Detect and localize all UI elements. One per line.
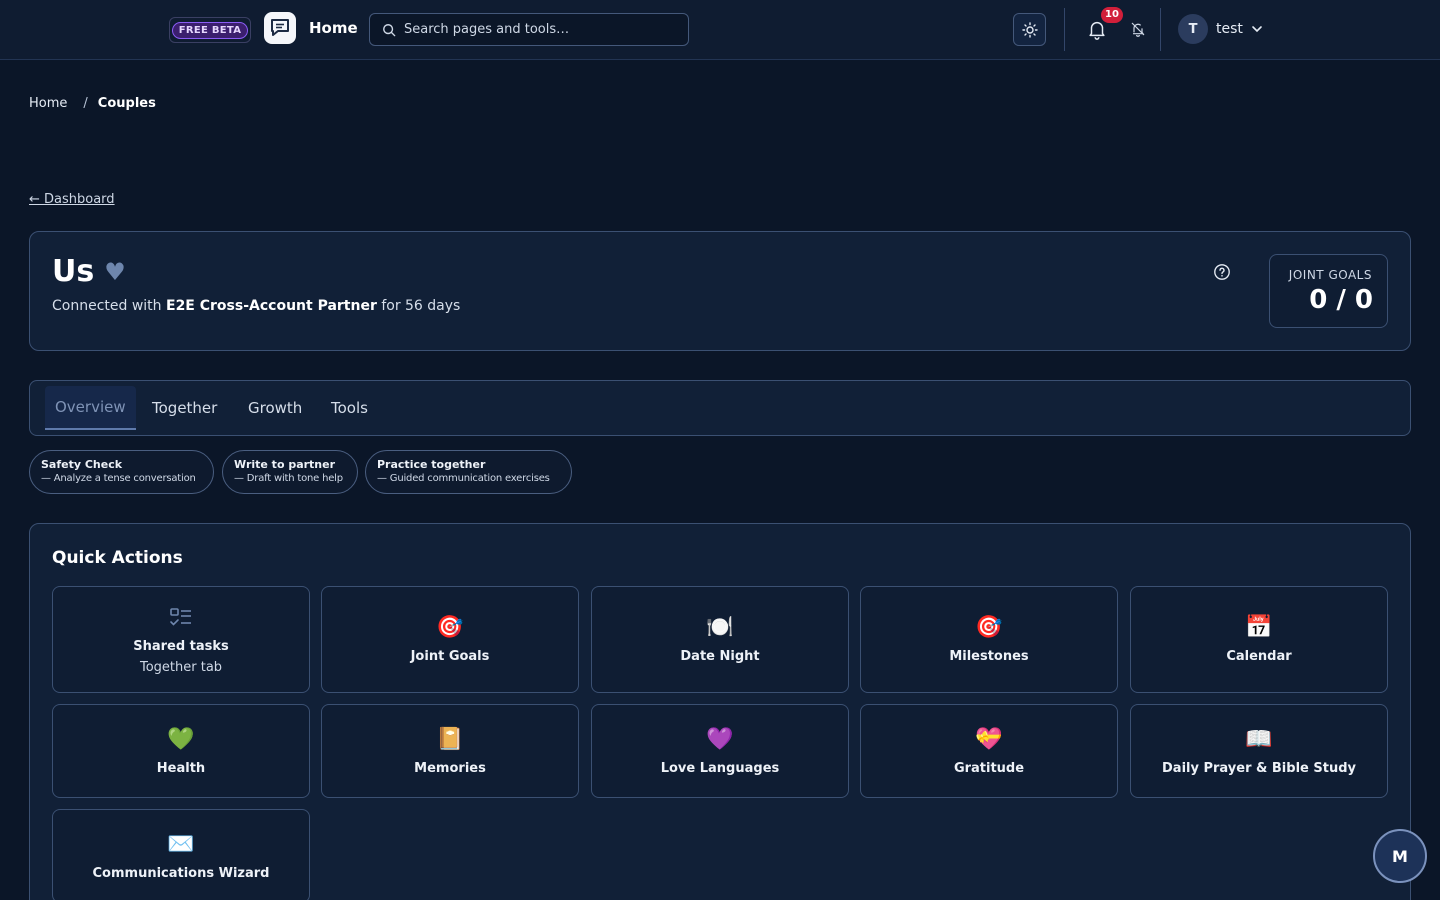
search-input[interactable] xyxy=(404,22,674,37)
chip-title: Write to partner xyxy=(234,458,336,471)
chip-title: Practice together xyxy=(377,458,486,471)
breadcrumb-separator: / xyxy=(83,96,88,111)
target-icon: 🎯 xyxy=(975,615,1003,640)
memories-card[interactable]: 📔 Memories xyxy=(321,704,579,798)
free-beta-badge: FREE BETA xyxy=(169,17,251,43)
tab-overview[interactable]: Overview xyxy=(45,386,136,430)
date-night-card[interactable]: 🍽️ Date Night xyxy=(591,586,849,693)
search-box[interactable] xyxy=(369,13,689,46)
theme-toggle-button[interactable] xyxy=(1013,13,1046,46)
user-name: test xyxy=(1216,21,1243,37)
joint-goals-label: JOINT GOALS xyxy=(1288,268,1372,282)
page-title-text: Us xyxy=(52,254,95,289)
breadcrumb-home[interactable]: Home xyxy=(29,96,67,111)
notebook-icon: 📔 xyxy=(436,726,464,752)
section-tabs: Overview Together Growth Tools xyxy=(29,380,1411,436)
card-label: Memories xyxy=(414,760,486,776)
home-link[interactable]: Home xyxy=(309,19,358,37)
free-beta-label: FREE BETA xyxy=(171,21,249,39)
health-card[interactable]: 💚 Health xyxy=(52,704,310,798)
sun-icon xyxy=(1021,21,1038,38)
card-label: Communications Wizard xyxy=(92,865,270,881)
love-languages-card[interactable]: 💜 Love Languages xyxy=(591,704,849,798)
card-label: Gratitude xyxy=(953,760,1025,776)
divider xyxy=(1064,8,1065,51)
tab-tools[interactable]: Tools xyxy=(331,386,368,430)
divider xyxy=(1160,8,1161,51)
milestones-card[interactable]: 🎯 Milestones xyxy=(860,586,1118,693)
avatar: T xyxy=(1178,14,1208,44)
back-to-dashboard-link[interactable]: ← Dashboard xyxy=(29,192,115,207)
card-label: Shared tasks xyxy=(133,638,229,654)
quick-actions-title: Quick Actions xyxy=(52,548,183,568)
breadcrumb: Home / Couples xyxy=(29,96,156,111)
search-icon xyxy=(383,23,396,36)
purple-heart-icon: 💜 xyxy=(706,726,734,752)
card-label: Daily Prayer & Bible Study xyxy=(1162,760,1356,776)
assistant-button[interactable]: M xyxy=(1373,829,1427,883)
connection-status: Connected with E2E Cross-Account Partner… xyxy=(52,298,460,314)
mute-notifications-button[interactable] xyxy=(1128,19,1148,39)
card-sublabel: Together tab xyxy=(139,659,223,675)
connection-prefix: Connected with xyxy=(52,298,166,314)
bell-off-icon xyxy=(1131,22,1145,37)
user-menu[interactable]: T test xyxy=(1178,14,1263,44)
chevron-down-icon xyxy=(1251,23,1263,35)
card-label: Calendar xyxy=(1226,649,1292,664)
safety-check-chip[interactable]: Safety Check — Analyze a tense conversat… xyxy=(29,450,214,494)
shared-tasks-card[interactable]: Shared tasks Together tab xyxy=(52,586,310,693)
plate-icon: 🍽️ xyxy=(706,615,734,640)
chip-description: — Guided communication exercises xyxy=(377,473,550,484)
help-icon[interactable] xyxy=(1213,263,1231,281)
gift-heart-icon: 💝 xyxy=(975,726,1003,752)
card-label: Milestones xyxy=(949,649,1029,664)
page-title: Us ♥ xyxy=(52,254,126,289)
quick-actions-panel: Quick Actions Shared tasks Together tab … xyxy=(29,523,1411,900)
write-to-partner-chip[interactable]: Write to partner — Draft with tone help xyxy=(222,450,358,494)
heart-icon: ♥ xyxy=(104,257,126,286)
joint-goals-card[interactable]: 🎯 Joint Goals xyxy=(321,586,579,693)
app-logo-icon[interactable] xyxy=(264,12,296,44)
calendar-card[interactable]: 📅 Calendar xyxy=(1130,586,1388,693)
top-bar: FREE BETA Home Search pages and tools… 1… xyxy=(0,0,1440,60)
couple-summary-card: Us ♥ Connected with E2E Cross-Account Pa… xyxy=(29,231,1411,351)
open-book-icon: 📖 xyxy=(1245,726,1273,752)
target-icon: 🎯 xyxy=(436,615,464,640)
tab-growth[interactable]: Growth xyxy=(248,386,302,430)
partner-name: E2E Cross-Account Partner xyxy=(166,298,377,314)
gratitude-card[interactable]: 💝 Gratitude xyxy=(860,704,1118,798)
checklist-icon xyxy=(168,605,194,633)
practice-together-chip[interactable]: Practice together — Guided communication… xyxy=(365,450,572,494)
calendar-icon: 📅 xyxy=(1245,615,1273,640)
card-label: Date Night xyxy=(680,649,760,664)
connection-suffix: for 56 days xyxy=(376,298,461,314)
joint-goals-value: 0 / 0 xyxy=(1309,285,1373,315)
daily-prayer-card[interactable]: 📖 Daily Prayer & Bible Study xyxy=(1130,704,1388,798)
green-heart-icon: 💚 xyxy=(167,726,195,752)
card-label: Health xyxy=(156,760,206,776)
notification-count-badge: 10 xyxy=(1101,7,1123,23)
chip-description: — Analyze a tense conversation xyxy=(41,473,196,484)
breadcrumb-current: Couples xyxy=(97,96,156,111)
envelope-icon: ✉️ xyxy=(167,831,195,857)
joint-goals-stat: JOINT GOALS 0 / 0 xyxy=(1269,254,1388,328)
chip-title: Safety Check xyxy=(41,458,123,471)
card-label: Joint Goals xyxy=(410,649,490,664)
chip-description: — Draft with tone help xyxy=(234,473,343,484)
card-label: Love Languages xyxy=(660,760,780,776)
tab-together[interactable]: Together xyxy=(152,386,217,430)
communications-wizard-card[interactable]: ✉️ Communications Wizard xyxy=(52,809,310,900)
